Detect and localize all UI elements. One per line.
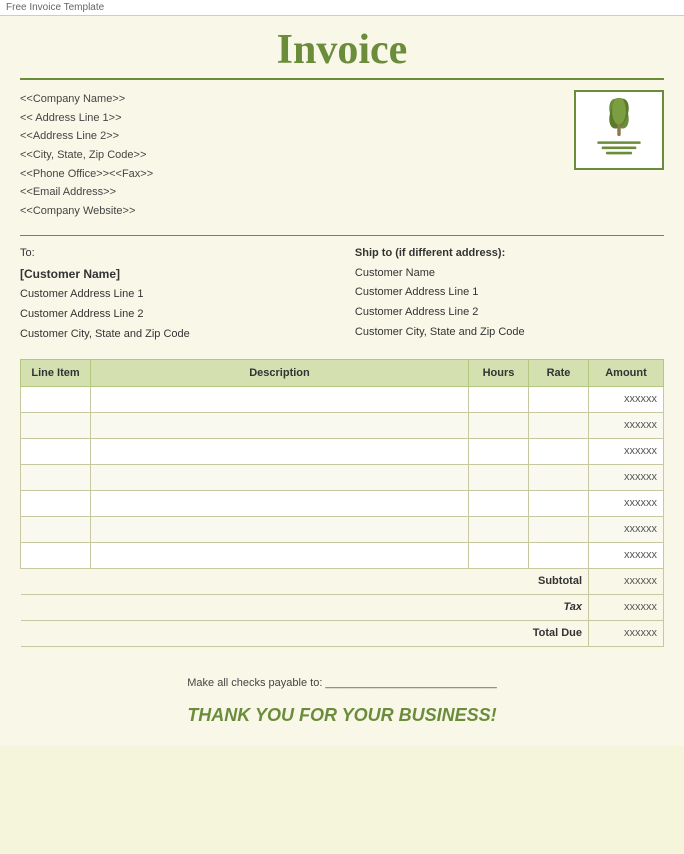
footer-section: Make all checks payable to: ____________… [20,677,664,726]
cell-desc-7 [91,542,469,568]
company-phone: <<Phone Office>><<Fax>> [20,165,153,184]
table-row: xxxxxx [21,490,664,516]
company-address2: <<Address Line 2>> [20,127,153,146]
cell-hours-6 [469,516,529,542]
cell-desc-3 [91,438,469,464]
billing-city: Customer City, State and Zip Code [20,325,329,345]
cell-lineitem-3 [21,438,91,464]
col-header-description: Description [91,359,469,386]
cell-rate-2 [529,412,589,438]
table-row: xxxxxx [21,438,664,464]
billing-section: To: [Customer Name] Customer Address Lin… [20,244,664,345]
cell-amount-7: xxxxxx [589,542,664,568]
cell-rate-3 [529,438,589,464]
top-section: <<Company Name>> << Address Line 1>> <<A… [20,90,664,221]
company-website: <<Company Website>> [20,202,153,221]
col-header-hours: Hours [469,359,529,386]
thank-you-message: THANK YOU FOR YOUR BUSINESS! [20,705,664,726]
invoice-title: Invoice [20,26,664,74]
shipping-col: Ship to (if different address): Customer… [355,244,664,345]
cell-lineitem-2 [21,412,91,438]
company-email: <<Email Address>> [20,183,153,202]
cell-hours-2 [469,412,529,438]
table-row: xxxxxx [21,412,664,438]
subtotal-value: xxxxxx [589,568,664,594]
cell-amount-4: xxxxxx [589,464,664,490]
watermark-bar: Free Invoice Template [0,0,684,16]
billing-address2: Customer Address Line 2 [20,305,329,325]
shipping-address1: Customer Address Line 1 [355,283,664,303]
company-name: <<Company Name>> [20,90,153,109]
page: Invoice <<Company Name>> << Address Line… [0,16,684,746]
cell-amount-1: xxxxxx [589,386,664,412]
cell-lineitem-4 [21,464,91,490]
cell-rate-4 [529,464,589,490]
cell-amount-6: xxxxxx [589,516,664,542]
logo-box [574,90,664,170]
cell-lineitem-5 [21,490,91,516]
table-row: xxxxxx [21,464,664,490]
payable-line: Make all checks payable to: ____________… [20,677,664,689]
cell-lineitem-7 [21,542,91,568]
cell-hours-3 [469,438,529,464]
cell-hours-1 [469,386,529,412]
company-address1: << Address Line 1>> [20,109,153,128]
cell-hours-5 [469,490,529,516]
cell-rate-7 [529,542,589,568]
company-info: <<Company Name>> << Address Line 1>> <<A… [20,90,153,221]
watermark-text: Free Invoice Template [6,2,104,13]
shipping-city: Customer City, State and Zip Code [355,323,664,343]
cell-desc-2 [91,412,469,438]
total-due-label: Total Due [21,620,589,646]
total-due-value: xxxxxx [589,620,664,646]
col-header-rate: Rate [529,359,589,386]
cell-rate-6 [529,516,589,542]
total-due-row: Total Due xxxxxx [21,620,664,646]
cell-lineitem-6 [21,516,91,542]
tax-value: xxxxxx [589,594,664,620]
table-row: xxxxxx [21,516,664,542]
cell-desc-1 [91,386,469,412]
subtotal-label: Subtotal [21,568,589,594]
cell-desc-4 [91,464,469,490]
subtotal-row: Subtotal xxxxxx [21,568,664,594]
company-city: <<City, State, Zip Code>> [20,146,153,165]
shipping-customer-name: Customer Name [355,264,664,284]
ship-to-label: Ship to (if different address): [355,244,664,264]
cell-hours-4 [469,464,529,490]
to-label: To: [20,244,329,264]
billing-customer-name: [Customer Name] [20,264,329,286]
shipping-address2: Customer Address Line 2 [355,303,664,323]
cell-desc-5 [91,490,469,516]
cell-rate-5 [529,490,589,516]
header-divider [20,78,664,80]
cell-hours-7 [469,542,529,568]
cell-rate-1 [529,386,589,412]
cell-amount-3: xxxxxx [589,438,664,464]
table-row: xxxxxx [21,542,664,568]
tax-label: Tax [21,594,589,620]
billing-col: To: [Customer Name] Customer Address Lin… [20,244,329,345]
col-header-lineitem: Line Item [21,359,91,386]
cell-amount-5: xxxxxx [589,490,664,516]
billing-divider-top [20,235,664,236]
cell-lineitem-1 [21,386,91,412]
billing-address1: Customer Address Line 1 [20,285,329,305]
cell-desc-6 [91,516,469,542]
cell-amount-2: xxxxxx [589,412,664,438]
col-header-amount: Amount [589,359,664,386]
logo-icon [584,98,654,163]
table-row: xxxxxx [21,386,664,412]
invoice-table: Line Item Description Hours Rate Amount … [20,359,664,647]
tax-row: Tax xxxxxx [21,594,664,620]
